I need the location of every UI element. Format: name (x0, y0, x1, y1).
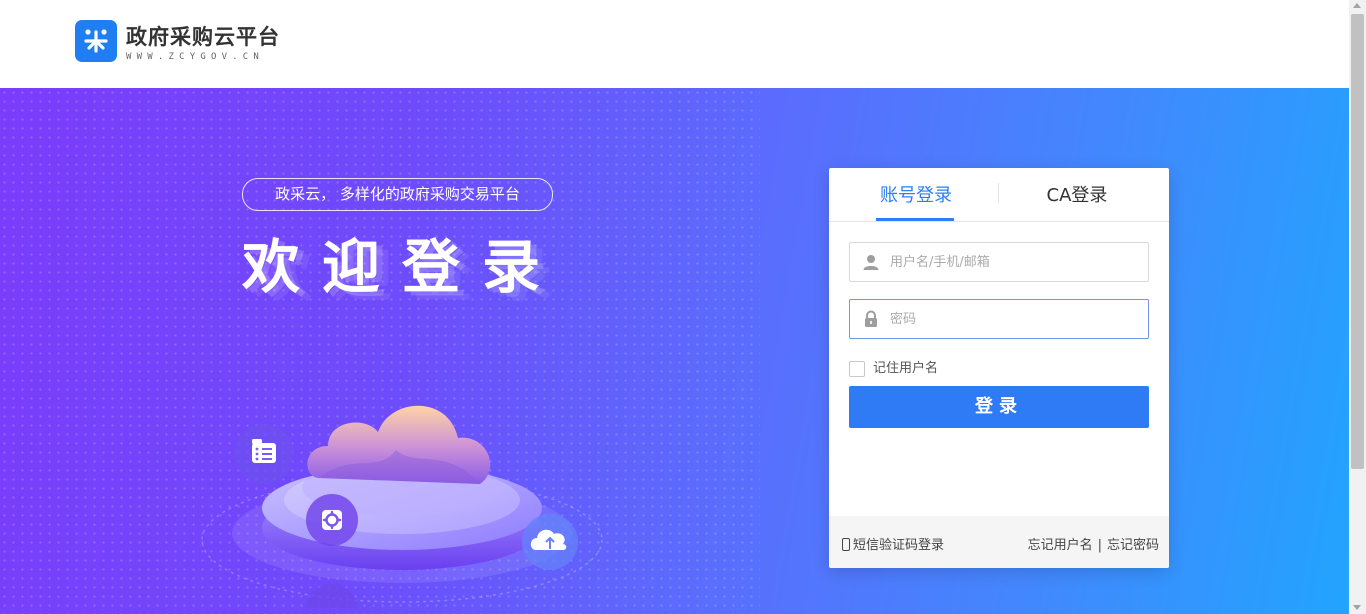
login-card-footer: 短信验证码登录 忘记用户名 | 忘记密码 (829, 516, 1169, 568)
sms-login-link[interactable]: 短信验证码登录 (842, 534, 944, 553)
login-card: 账号登录 CA登录 记住用户名 登录 短信验 (829, 168, 1169, 568)
login-button[interactable]: 登录 (849, 386, 1149, 428)
username-field[interactable] (849, 242, 1149, 282)
scroll-up-arrow[interactable] (1353, 3, 1361, 8)
username-input[interactable] (890, 243, 1140, 281)
cloud-platform-illustration (201, 405, 603, 608)
password-field[interactable] (849, 299, 1149, 339)
remember-label: 记住用户名 (873, 361, 939, 376)
user-icon (863, 255, 879, 270)
sms-login-label: 短信验证码登录 (853, 538, 945, 553)
gear-badge (306, 494, 358, 546)
logo-subtitle: WWW.ZCYGOV.CN (126, 52, 265, 62)
password-input[interactable] (890, 300, 1140, 338)
slogan-badge: 政采云， 多样化的政府采购交易平台 (242, 178, 553, 211)
link-separator: | (1097, 538, 1102, 553)
zcy-logo-icon[interactable] (75, 20, 117, 62)
scroll-down-arrow[interactable] (1353, 605, 1361, 610)
phone-icon (842, 538, 850, 551)
lock-icon (865, 310, 877, 327)
forgot-links: 忘记用户名 | 忘记密码 (1028, 534, 1159, 553)
top-header: 政府采购云平台 WWW.ZCYGOV.CN (0, 0, 1349, 88)
scrollbar-thumb[interactable] (1351, 14, 1364, 469)
login-banner: 政采云， 多样化的政府采购交易平台 欢迎登录 账号登录 CA登录 用户名/手机/… (0, 88, 1349, 614)
welcome-heading: 欢迎登录 (242, 233, 563, 301)
forgot-username-link[interactable]: 忘记用户名 (1028, 538, 1093, 553)
tab-account-login[interactable]: 账号登录 (876, 172, 956, 220)
forgot-password-link[interactable]: 忘记密码 (1107, 538, 1159, 553)
tab-ca-login[interactable]: CA登录 (1037, 172, 1117, 220)
tab-separator (998, 183, 999, 203)
logo-title: 政府采购云平台 (126, 25, 280, 49)
tab-divider (829, 221, 1169, 222)
remember-checkbox[interactable] (849, 361, 865, 377)
